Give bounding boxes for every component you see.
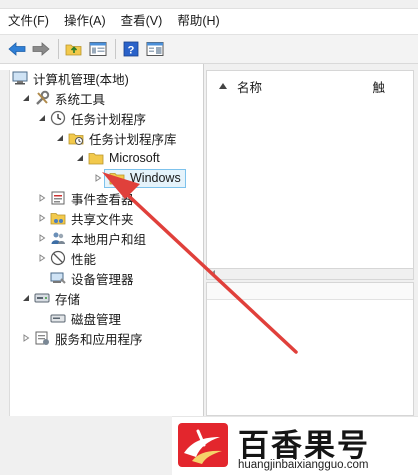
tree-label-storage: 存储 bbox=[55, 292, 81, 307]
help-button[interactable]: ? bbox=[120, 38, 142, 60]
tree-node-task-library[interactable]: 任务计划程序库 bbox=[54, 128, 177, 148]
task-list: 名称 触 bbox=[206, 70, 414, 280]
tree-label-device-manager: 设备管理器 bbox=[71, 272, 134, 287]
folder-up-icon bbox=[65, 44, 82, 56]
console-tree-icon bbox=[89, 42, 107, 56]
console-tree-pane: 计算机管理(本地) 系统工具 任务计划程序 任务计划程序库 Microsoft bbox=[0, 64, 204, 416]
system-tools-icon bbox=[34, 90, 50, 106]
column-header-status[interactable]: 触 bbox=[372, 77, 385, 96]
watermark: 百香果号 huangjinbaixiangguo.com bbox=[172, 416, 418, 476]
tree-node-services-apps[interactable]: 服务和应用程序 bbox=[20, 328, 143, 348]
bottom-strip bbox=[0, 416, 172, 475]
tree-label-performance: 性能 bbox=[71, 252, 97, 267]
menu-help[interactable]: 帮助(H) bbox=[169, 9, 226, 33]
tree-label-disk-management: 磁盘管理 bbox=[71, 312, 122, 327]
expanded-triangle-icon[interactable] bbox=[20, 92, 32, 104]
collapsed-triangle-icon[interactable] bbox=[36, 232, 48, 244]
tree-node-disk-management[interactable]: 磁盘管理 bbox=[50, 308, 121, 328]
collapsed-triangle-icon[interactable] bbox=[36, 192, 48, 204]
sort-up-icon[interactable] bbox=[219, 83, 227, 89]
help-icon: ? bbox=[123, 41, 139, 57]
forward-arrow-icon bbox=[32, 42, 50, 56]
expanded-triangle-icon[interactable] bbox=[54, 132, 66, 144]
tree-node-system-tools[interactable]: 系统工具 bbox=[20, 88, 105, 108]
tree-label-root: 计算机管理(本地) bbox=[33, 72, 129, 87]
services-icon bbox=[34, 330, 50, 346]
tree-node-microsoft[interactable]: Microsoft bbox=[74, 148, 160, 168]
clock-icon bbox=[50, 110, 66, 126]
users-icon bbox=[50, 230, 66, 246]
tree-node-shared-folders[interactable]: 共享文件夹 bbox=[36, 208, 134, 228]
expanded-triangle-icon[interactable] bbox=[20, 292, 32, 304]
toolbar: ? bbox=[0, 34, 418, 64]
tree-node-root[interactable]: 计算机管理(本地) bbox=[12, 68, 129, 88]
collapsed-triangle-icon[interactable] bbox=[92, 172, 104, 184]
tree-node-local-users[interactable]: 本地用户和组 bbox=[36, 228, 146, 248]
menu-bar: 文件(F) 操作(A) 查看(V) 帮助(H) bbox=[0, 9, 418, 33]
event-viewer-icon bbox=[50, 190, 66, 206]
watermark-url: huangjinbaixiangguo.com bbox=[238, 459, 369, 471]
tree-label-windows: Windows bbox=[130, 171, 181, 185]
tree-node-windows[interactable]: Windows bbox=[92, 168, 186, 188]
tree-node-performance[interactable]: 性能 bbox=[36, 248, 96, 268]
disk-management-icon bbox=[50, 310, 66, 326]
collapsed-triangle-icon[interactable] bbox=[36, 252, 48, 264]
selected-node-highlight[interactable]: Windows bbox=[104, 168, 186, 188]
tree-label-shared-folders: 共享文件夹 bbox=[71, 212, 134, 227]
performance-icon bbox=[50, 250, 66, 266]
horizontal-scrollbar[interactable] bbox=[206, 268, 414, 280]
detail-header bbox=[207, 283, 413, 300]
menu-view[interactable]: 查看(V) bbox=[113, 9, 170, 33]
show-hide-tree-button[interactable] bbox=[87, 38, 109, 60]
svg-text:?: ? bbox=[128, 45, 135, 57]
menu-file[interactable]: 文件(F) bbox=[0, 9, 56, 33]
back-button[interactable] bbox=[6, 38, 28, 60]
expanded-triangle-icon[interactable] bbox=[36, 112, 48, 124]
tree-label-task-scheduler: 任务计划程序 bbox=[71, 112, 147, 127]
expanded-triangle-icon[interactable] bbox=[74, 152, 86, 164]
collapsed-triangle-icon[interactable] bbox=[36, 212, 48, 224]
menu-action[interactable]: 操作(A) bbox=[56, 9, 113, 33]
folder-clock-icon bbox=[68, 130, 84, 146]
tree-label-event-viewer: 事件查看器 bbox=[71, 192, 134, 207]
tree-node-storage[interactable]: 存储 bbox=[20, 288, 80, 308]
watermark-logo bbox=[178, 423, 228, 467]
device-manager-icon bbox=[50, 270, 66, 286]
tree-label-task-library: 任务计划程序库 bbox=[89, 132, 177, 147]
tree-label-microsoft: Microsoft bbox=[109, 151, 160, 165]
storage-icon bbox=[34, 290, 50, 306]
column-header-name[interactable]: 名称 bbox=[237, 77, 262, 96]
tree-node-task-scheduler[interactable]: 任务计划程序 bbox=[36, 108, 146, 128]
forward-button[interactable] bbox=[30, 38, 52, 60]
tree-node-event-viewer[interactable]: 事件查看器 bbox=[36, 188, 134, 208]
list-header: 名称 触 bbox=[207, 71, 413, 101]
tree-node-device-manager[interactable]: 设备管理器 bbox=[50, 268, 134, 288]
show-action-pane-button[interactable] bbox=[144, 38, 166, 60]
scroll-left-arrow-icon[interactable] bbox=[209, 270, 217, 278]
folder-icon bbox=[88, 150, 104, 166]
back-arrow-icon bbox=[8, 42, 26, 56]
task-detail-pane bbox=[206, 282, 414, 416]
shared-folder-icon bbox=[50, 210, 66, 226]
toolbar-separator-2 bbox=[115, 39, 116, 59]
computer-management-icon bbox=[12, 70, 28, 86]
tree-left-edge bbox=[0, 70, 10, 416]
action-pane-icon bbox=[146, 42, 164, 56]
tree-label-local-users: 本地用户和组 bbox=[71, 232, 147, 247]
folder-icon bbox=[109, 170, 125, 186]
up-folder-button[interactable] bbox=[63, 38, 85, 60]
brand-mark-icon bbox=[184, 429, 222, 464]
toolbar-separator bbox=[58, 39, 59, 59]
tree-label-system-tools: 系统工具 bbox=[55, 92, 106, 107]
window-top-strip bbox=[0, 0, 418, 9]
tree-label-services-apps: 服务和应用程序 bbox=[55, 332, 143, 347]
collapsed-triangle-icon[interactable] bbox=[20, 332, 32, 344]
